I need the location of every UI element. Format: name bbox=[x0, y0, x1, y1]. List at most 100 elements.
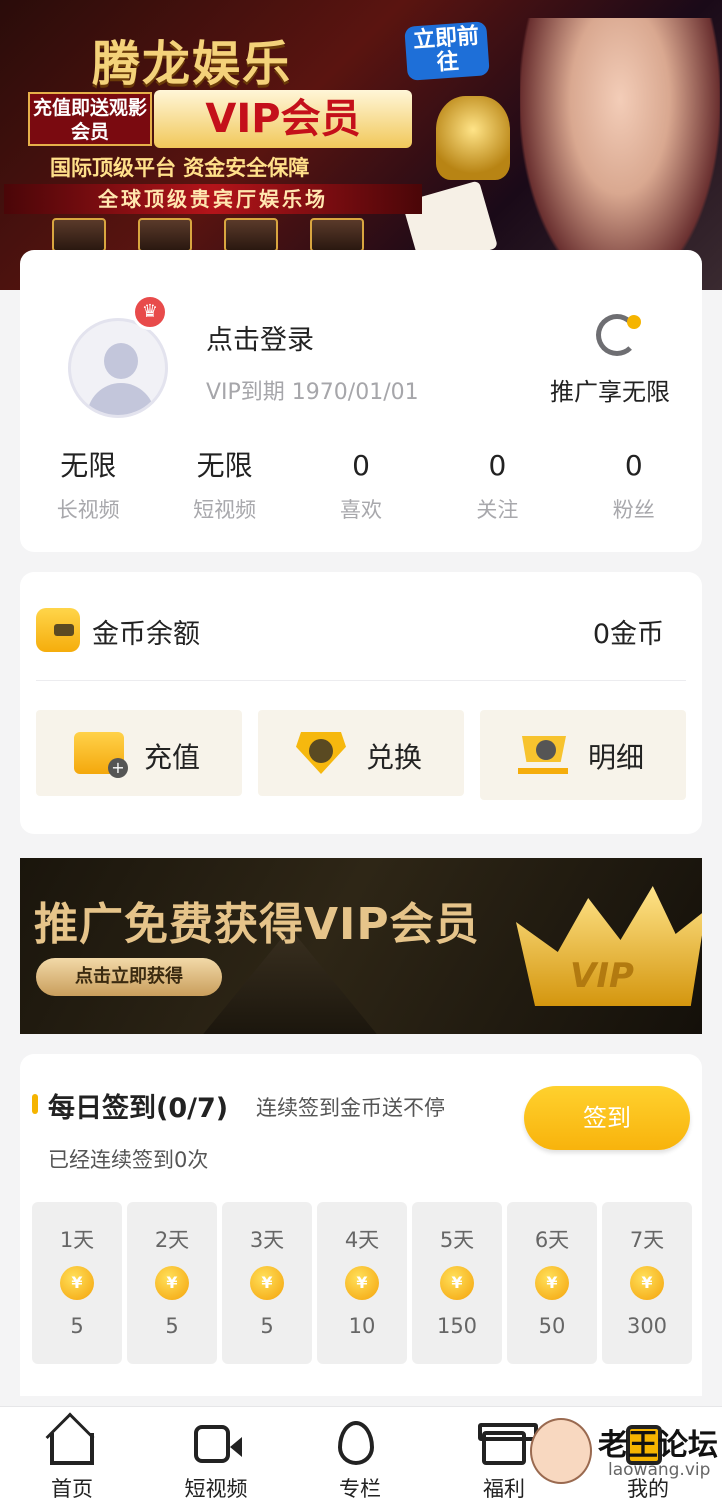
stat-long-video[interactable]: 无限 长视频 bbox=[20, 446, 156, 524]
banner-promo-tag: 充值即送观影会员 bbox=[28, 92, 152, 146]
checkin-subtitle: 连续签到金币送不停 bbox=[256, 1096, 445, 1120]
stat-label: 喜欢 bbox=[339, 498, 382, 522]
promote-unlimited-link[interactable]: 推广享无限 bbox=[550, 372, 670, 407]
checkin-day-5: 5天 ¥ 150 bbox=[412, 1202, 502, 1364]
checkin-streak: 已经连续签到0次 bbox=[48, 1148, 209, 1172]
stat-value: 无限 bbox=[60, 449, 117, 482]
stat-value: 0 bbox=[624, 449, 643, 482]
checkin-title: 每日签到(0/7) bbox=[48, 1093, 229, 1124]
stat-label: 关注 bbox=[476, 498, 519, 522]
nav-column[interactable]: 专栏 bbox=[300, 1407, 420, 1500]
recharge-button[interactable]: 充值 bbox=[36, 710, 242, 796]
wallet-label: 金币余额 bbox=[92, 619, 200, 650]
title-accent-bar bbox=[32, 1094, 38, 1114]
banner-go-button[interactable]: 立即前往 bbox=[404, 21, 490, 81]
stat-label: 短视频 bbox=[193, 498, 257, 522]
stat-fans[interactable]: 0 粉丝 bbox=[566, 446, 702, 524]
banner-thumbnail bbox=[310, 218, 364, 252]
exchange-icon bbox=[296, 732, 346, 774]
nav-short-video[interactable]: 短视频 bbox=[156, 1407, 276, 1500]
details-button[interactable]: 明细 bbox=[480, 710, 686, 800]
coin-icon: ¥ bbox=[630, 1266, 664, 1300]
coin-icon: ¥ bbox=[345, 1266, 379, 1300]
stat-label: 长视频 bbox=[56, 498, 120, 522]
trophy-icon bbox=[436, 96, 510, 180]
exchange-label: 兑换 bbox=[366, 741, 423, 774]
banner-thumbnails bbox=[52, 218, 364, 252]
nav-label: 短视频 bbox=[184, 1477, 248, 1500]
coin-icon: ¥ bbox=[440, 1266, 474, 1300]
checkin-day-6: 6天 ¥ 50 bbox=[507, 1202, 597, 1364]
avatar[interactable] bbox=[68, 318, 168, 418]
top-ad-banner[interactable]: 腾龙娱乐 立即前往 充值即送观影会员 VIP会员 国际顶级平台 资金安全保障 全… bbox=[0, 0, 722, 290]
day-label: 5天 bbox=[439, 1228, 475, 1252]
coin-icon: ¥ bbox=[250, 1266, 284, 1300]
vip-expiry-text: VIP到期 1970/01/01 bbox=[206, 380, 419, 405]
coin-icon: ¥ bbox=[155, 1266, 189, 1300]
wallet-icon bbox=[36, 608, 80, 652]
stat-label: 粉丝 bbox=[612, 498, 655, 522]
stat-value: 0 bbox=[488, 449, 507, 482]
checkin-day-1: 1天 ¥ 5 bbox=[32, 1202, 122, 1364]
day-reward: 10 bbox=[348, 1314, 376, 1338]
day-reward: 150 bbox=[436, 1314, 478, 1338]
daily-checkin-card: 每日签到(0/7) 连续签到金币送不停 已经连续签到0次 签到 1天 ¥ 5 2… bbox=[20, 1054, 702, 1396]
exchange-button[interactable]: 兑换 bbox=[258, 710, 464, 796]
day-reward: 50 bbox=[538, 1314, 566, 1338]
share-refresh-icon[interactable] bbox=[596, 314, 641, 356]
coin-icon: ¥ bbox=[60, 1266, 94, 1300]
day-label: 1天 bbox=[59, 1228, 95, 1252]
recharge-label: 充值 bbox=[144, 741, 201, 774]
home-icon bbox=[50, 1433, 94, 1465]
stat-following[interactable]: 0 关注 bbox=[429, 446, 565, 524]
details-label: 明细 bbox=[588, 741, 645, 774]
watermark-face-logo bbox=[530, 1418, 592, 1484]
watermark: 老王论坛 laowang.vip bbox=[530, 1412, 720, 1492]
checkin-day-7: 7天 ¥ 300 bbox=[602, 1202, 692, 1364]
profile-stats: 无限 长视频 无限 短视频 0 喜欢 0 关注 0 粉丝 bbox=[20, 446, 702, 524]
vip-promo-banner[interactable]: 推广免费获得VIP会员 点击立即获得 VIP bbox=[20, 858, 702, 1034]
watermark-title: 老王论坛 bbox=[598, 1428, 718, 1463]
stat-likes[interactable]: 0 喜欢 bbox=[293, 446, 429, 524]
day-label: 4天 bbox=[344, 1228, 380, 1252]
checkin-button[interactable]: 签到 bbox=[524, 1086, 690, 1150]
day-reward: 5 bbox=[260, 1314, 274, 1338]
banner-vip-text: VIP会员 bbox=[154, 90, 412, 148]
day-label: 6天 bbox=[534, 1228, 570, 1252]
crown-icon: ♛ bbox=[132, 294, 168, 330]
wallet-add-icon bbox=[74, 732, 128, 778]
checkin-day-3: 3天 ¥ 5 bbox=[222, 1202, 312, 1364]
coin-icon: ¥ bbox=[535, 1266, 569, 1300]
login-link[interactable]: 点击登录 bbox=[206, 318, 314, 357]
wallet-card: 金币余额 0金币 充值 兑换 明细 bbox=[20, 572, 702, 834]
banner-thumbnail bbox=[138, 218, 192, 252]
wallet-balance: 0金币 bbox=[592, 619, 664, 650]
get-now-button[interactable]: 点击立即获得 bbox=[36, 958, 222, 996]
profile-card: ♛ 点击登录 VIP到期 1970/01/01 推广享无限 无限 长视频 无限 … bbox=[20, 250, 702, 552]
banner-thumbnail bbox=[52, 218, 106, 252]
day-reward: 5 bbox=[165, 1314, 179, 1338]
checkin-day-2: 2天 ¥ 5 bbox=[127, 1202, 217, 1364]
stat-value: 无限 bbox=[196, 449, 253, 482]
fire-icon bbox=[338, 1421, 374, 1465]
day-reward: 300 bbox=[626, 1314, 668, 1338]
day-label: 3天 bbox=[249, 1228, 285, 1252]
banner-hall-text: 全球顶级贵宾厅娱乐场 bbox=[4, 184, 422, 214]
day-label: 7天 bbox=[629, 1228, 665, 1252]
avatar-body-shape bbox=[87, 383, 155, 415]
watermark-url: laowang.vip bbox=[608, 1460, 711, 1480]
video-icon bbox=[194, 1425, 242, 1463]
banner-subtitle: 国际顶级平台 资金安全保障 bbox=[50, 156, 310, 180]
checkin-day-4: 4天 ¥ 10 bbox=[317, 1202, 407, 1364]
stat-short-video[interactable]: 无限 短视频 bbox=[156, 446, 292, 524]
banner-thumbnail bbox=[224, 218, 278, 252]
divider bbox=[36, 680, 686, 681]
day-label: 2天 bbox=[154, 1228, 190, 1252]
nav-home[interactable]: 首页 bbox=[12, 1407, 132, 1500]
vip-banner-title: 推广免费获得VIP会员 bbox=[34, 899, 480, 950]
banner-title: 腾龙娱乐 bbox=[92, 36, 293, 92]
nav-label: 专栏 bbox=[339, 1477, 381, 1500]
gift-icon bbox=[478, 1423, 538, 1465]
day-reward: 5 bbox=[70, 1314, 84, 1338]
crown-vip-text: VIP bbox=[570, 956, 634, 996]
